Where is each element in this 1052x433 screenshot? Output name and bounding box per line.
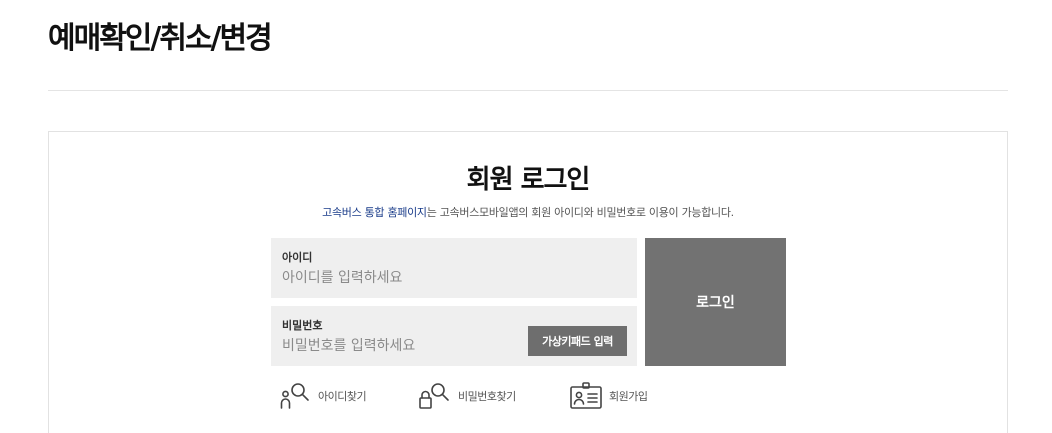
password-field: 비밀번호 가상키패드 입력 xyxy=(271,306,637,366)
login-description-highlight: 고속버스 통합 홈페이지 xyxy=(322,206,427,219)
login-heading: 회원 로그인 xyxy=(466,165,591,195)
join-label: 회원가입 xyxy=(609,390,648,403)
page-title: 예매확인/취소/변경 xyxy=(48,21,273,56)
find-id-link[interactable]: 아이디찾기 xyxy=(280,381,367,411)
login-panel: 회원 로그인 고속버스 통합 홈페이지는 고속버스모바일앱의 회원 아이디와 비… xyxy=(48,131,1008,433)
id-input[interactable] xyxy=(282,268,522,288)
login-button[interactable]: 로그인 xyxy=(645,238,786,366)
title-divider xyxy=(48,90,1008,91)
find-id-label: 아이디찾기 xyxy=(318,390,367,403)
virtual-keypad-button[interactable]: 가상키패드 입력 xyxy=(528,326,627,356)
id-field-label: 아이디 xyxy=(282,251,313,264)
person-search-icon xyxy=(280,381,312,411)
find-password-label: 비밀번호찾기 xyxy=(458,390,516,403)
find-password-link[interactable]: 비밀번호찾기 xyxy=(418,381,516,411)
lock-search-icon xyxy=(418,381,452,411)
login-description: 고속버스 통합 홈페이지는 고속버스모바일앱의 회원 아이디와 비밀번호로 이용… xyxy=(49,206,1007,220)
password-input[interactable] xyxy=(282,336,522,356)
login-description-text: 는 고속버스모바일앱의 회원 아이디와 비밀번호로 이용이 가능합니다. xyxy=(426,206,734,219)
id-field: 아이디 xyxy=(271,238,637,298)
join-link[interactable]: 회원가입 xyxy=(569,381,648,411)
id-card-icon xyxy=(569,381,603,411)
password-field-label: 비밀번호 xyxy=(282,319,323,332)
